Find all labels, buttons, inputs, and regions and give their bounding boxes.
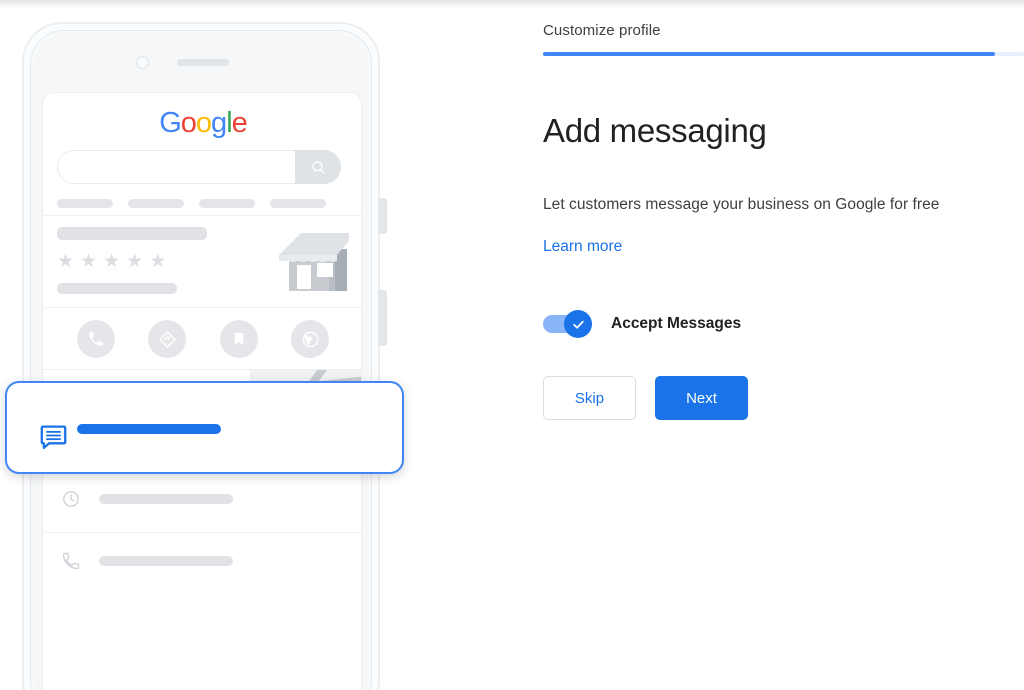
- rating-stars: ★ ★ ★ ★ ★: [57, 252, 166, 271]
- business-card: ★ ★ ★ ★ ★: [43, 219, 361, 307]
- phone-volume-button: [378, 198, 387, 234]
- bookmark-icon: [234, 333, 244, 345]
- message-text-placeholder: [77, 424, 221, 434]
- hours-placeholder: [99, 494, 233, 504]
- check-icon: [572, 320, 584, 329]
- next-button[interactable]: Next: [655, 376, 748, 420]
- filter-chip[interactable]: [199, 199, 255, 208]
- progress-bar: [543, 52, 1024, 56]
- search-button[interactable]: [295, 150, 341, 184]
- phone-icon: [89, 332, 103, 346]
- skip-button[interactable]: Skip: [543, 376, 636, 420]
- filter-chip[interactable]: [128, 199, 184, 208]
- action-save-button[interactable]: [220, 320, 258, 358]
- action-website-button[interactable]: [291, 320, 329, 358]
- business-name-placeholder: [57, 227, 207, 240]
- phone-number-placeholder: [99, 556, 233, 566]
- filter-chip[interactable]: [57, 199, 113, 208]
- google-logo-letter-g1: G: [159, 107, 182, 139]
- progress-bar-fill: [543, 52, 996, 56]
- page-title: Add messaging: [543, 112, 767, 149]
- action-call-button[interactable]: [77, 320, 115, 358]
- directions-icon: [158, 330, 176, 348]
- clock-icon: [63, 491, 79, 507]
- phone-handset-icon: [62, 552, 80, 570]
- star-icon: ★: [57, 251, 75, 272]
- info-row-hours[interactable]: [43, 471, 361, 532]
- google-logo-letter-e: e: [231, 107, 248, 139]
- google-logo-letter-o2: o: [195, 107, 212, 139]
- phone-speaker-grill: [177, 59, 229, 66]
- accept-messages-row: Accept Messages: [543, 310, 741, 338]
- star-icon: ★: [126, 251, 144, 272]
- info-row-phone[interactable]: [43, 533, 361, 594]
- star-icon: ★: [80, 251, 98, 272]
- star-icon: ★: [103, 251, 121, 272]
- star-icon: ★: [149, 251, 167, 272]
- form-actions: Skip Next: [543, 376, 748, 420]
- google-logo-letter-o1: o: [180, 107, 197, 139]
- phone-power-button: [378, 290, 387, 346]
- message-bubble-icon: [40, 425, 67, 450]
- action-directions-button[interactable]: [148, 320, 186, 358]
- globe-icon: [302, 331, 318, 347]
- business-actions-row: [43, 308, 361, 370]
- messaging-highlight-card[interactable]: [5, 381, 404, 474]
- phone-preview-illustration: Google ★ ★ ★ ★ ★: [0, 8, 430, 690]
- google-logo: Google: [43, 107, 361, 140]
- storefront-icon: [279, 233, 349, 291]
- page-root: Google ★ ★ ★ ★ ★ Customize profile Add m…: [0, 0, 1024, 690]
- step-title: Customize profile: [543, 22, 661, 39]
- page-description: Let customers message your business on G…: [543, 196, 940, 213]
- business-subtitle-placeholder: [57, 283, 177, 294]
- filter-chip-row: [57, 199, 357, 209]
- search-icon: [311, 160, 325, 174]
- toggle-knob: [564, 310, 592, 338]
- customize-profile-panel: Customize profile Add messaging Let cust…: [543, 0, 1024, 690]
- accept-messages-toggle[interactable]: [543, 310, 592, 338]
- learn-more-link[interactable]: Learn more: [543, 238, 622, 256]
- divider: [43, 215, 361, 216]
- phone-camera-icon: [136, 56, 149, 69]
- search-input[interactable]: [57, 150, 341, 184]
- accept-messages-label: Accept Messages: [611, 315, 742, 332]
- google-logo-letter-g2: g: [211, 107, 227, 139]
- filter-chip[interactable]: [270, 199, 326, 208]
